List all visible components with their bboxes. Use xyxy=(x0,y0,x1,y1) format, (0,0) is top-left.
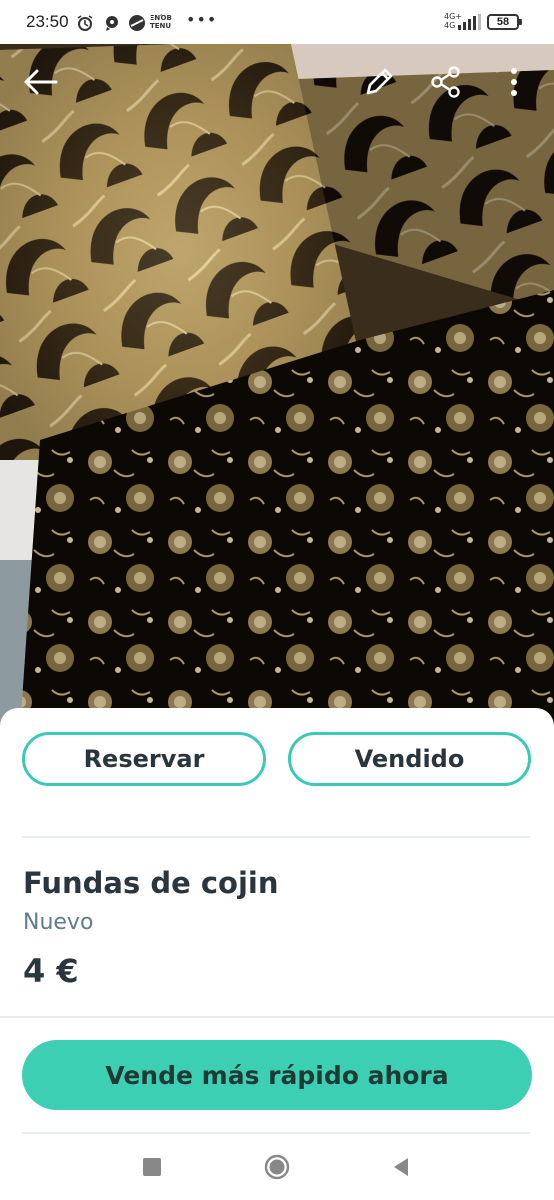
status-mini-label: ΞΝΌΒ ΤΕΝU xyxy=(150,14,172,30)
arrow-left-icon xyxy=(22,68,58,100)
share-button[interactable] xyxy=(424,62,468,106)
status-time: 23:50 xyxy=(26,12,69,31)
triangle-back-icon xyxy=(392,1157,410,1181)
nav-back-button[interactable] xyxy=(388,1156,414,1182)
product-title: Fundas de cojin xyxy=(23,866,279,900)
product-condition: Nuevo xyxy=(23,910,94,935)
divider xyxy=(0,1016,554,1018)
status-bar: 23:50 ΞΝΌΒ ΤΕΝU ••• 4G+ 4G 58 xyxy=(0,0,554,44)
recents-button[interactable] xyxy=(139,1156,165,1182)
edit-button[interactable] xyxy=(357,62,401,106)
battery-indicator: 58 xyxy=(487,14,522,30)
sell-faster-button[interactable]: Vende más rápido ahora xyxy=(22,1040,532,1110)
divider xyxy=(22,1132,530,1134)
home-button[interactable] xyxy=(264,1154,290,1184)
share-icon xyxy=(429,65,463,103)
app-circle-icon xyxy=(128,14,146,32)
signal-icon xyxy=(456,14,482,34)
more-options-button[interactable] xyxy=(494,62,534,106)
divider xyxy=(22,836,530,838)
cushion-image xyxy=(0,40,554,730)
product-photo[interactable] xyxy=(0,40,554,730)
chat-icon xyxy=(103,14,121,32)
sold-button[interactable]: Vendido xyxy=(288,732,531,786)
back-button[interactable] xyxy=(18,62,62,106)
circle-home-icon xyxy=(264,1154,290,1184)
listing-details-sheet: Reservar Vendido Fundas de cojin Nuevo 4… xyxy=(0,708,554,1200)
reserve-button[interactable]: Reservar xyxy=(22,732,266,786)
pencil-icon xyxy=(362,65,396,103)
status-more-dots: ••• xyxy=(186,10,218,29)
more-vertical-icon xyxy=(510,67,518,101)
product-price: 4 € xyxy=(23,952,79,990)
system-nav-bar xyxy=(0,1136,554,1200)
alarm-icon xyxy=(76,14,94,32)
square-icon xyxy=(143,1158,161,1180)
